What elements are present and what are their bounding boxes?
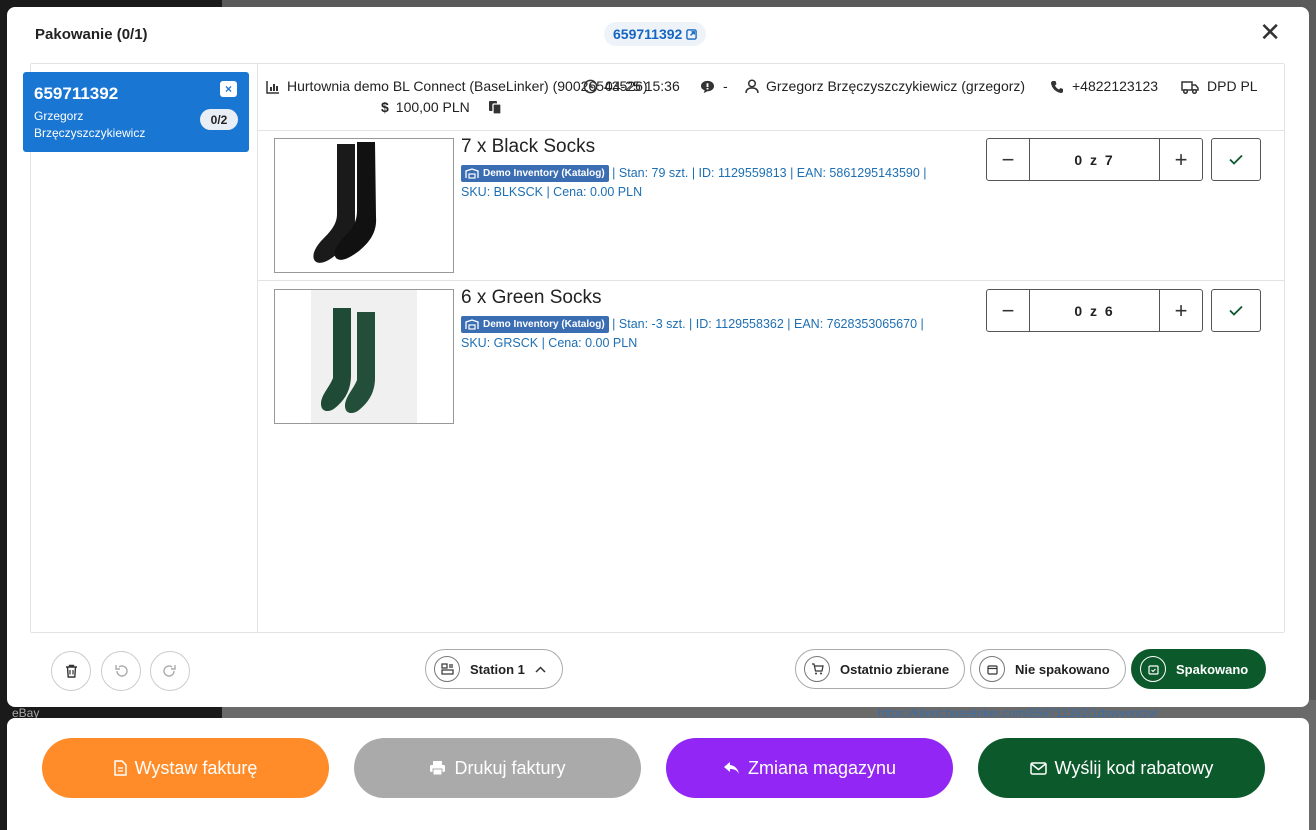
product-meta-line2: SKU: GRSCK | Cena: 0.00 PLN	[461, 336, 638, 350]
quantity-value[interactable]: 0 z 6	[1029, 290, 1160, 331]
copy-icon[interactable]	[488, 100, 503, 115]
inventory-tag-label: Demo Inventory (Katalog)	[483, 168, 605, 180]
product-meta: Demo Inventory (Katalog) | Stan: -3 szt.…	[461, 315, 961, 353]
order-shipping: DPD PL	[1181, 76, 1258, 97]
divider	[258, 280, 1285, 281]
not-packed-label: Nie spakowano	[1015, 661, 1110, 677]
divider	[258, 130, 1285, 131]
redo-icon	[163, 665, 176, 677]
not-packed-button[interactable]: Nie spakowano	[970, 649, 1126, 689]
product-meta-line1: | Stan: 79 szt. | ID: 1129559813 | EAN: …	[608, 166, 927, 180]
increment-button[interactable]: +	[1160, 290, 1202, 331]
order-datetime: 04-25 15:36	[583, 76, 680, 97]
station-selector[interactable]: Station 1	[425, 649, 563, 689]
dollar-icon: $	[381, 99, 389, 115]
reply-arrow-icon	[723, 762, 739, 774]
action-bar: Wystaw fakturę Drukuj faktury Zmiana mag…	[7, 718, 1309, 830]
phone-icon	[1051, 80, 1063, 93]
order-phone-text: +4822123123	[1072, 78, 1159, 94]
user-icon	[745, 79, 759, 94]
print-invoices-label: Drukuj faktury	[454, 757, 566, 778]
recently-picked-label: Ostatnio zbierane	[840, 661, 950, 677]
chevron-up-icon	[535, 665, 546, 673]
cart-icon	[804, 656, 830, 682]
printer-icon	[430, 761, 446, 776]
order-comment-text: -	[723, 78, 728, 94]
decrement-button[interactable]: −	[987, 290, 1029, 331]
external-link-icon	[686, 28, 698, 40]
modal-title: Pakowanie (0/1)	[35, 26, 148, 43]
check-icon	[1229, 305, 1243, 316]
increment-button[interactable]: +	[1160, 139, 1202, 180]
order-datetime-text: 04-25 15:36	[605, 78, 680, 94]
decrement-button[interactable]: −	[987, 139, 1029, 180]
check-icon	[1229, 154, 1243, 165]
order-customer-text: Grzegorz Brzęczyszczykiewicz (grzegorz)	[766, 78, 1026, 94]
order-comment: -	[700, 76, 728, 97]
close-modal-button[interactable]: ✕	[1259, 19, 1281, 45]
confirm-product-button[interactable]	[1211, 289, 1261, 332]
order-progress-badge: 0/2	[200, 109, 238, 130]
order-shipping-text: DPD PL	[1207, 78, 1258, 94]
packing-modal: Pakowanie (0/1) 659711392 ✕ 659711392 Gr…	[7, 7, 1309, 707]
product-meta-line1: | Stan: -3 szt. | ID: 1129558362 | EAN: …	[608, 317, 924, 331]
order-customer: Grzegorz Brzęczyszczykiewicz (grzegorz)	[745, 76, 1025, 97]
change-warehouse-button[interactable]: Zmiana magazynu	[666, 738, 953, 798]
quantity-stepper: − 0 z 6 +	[986, 289, 1203, 332]
product-title: 6 x Green Socks	[461, 287, 602, 308]
print-invoices-button[interactable]: Drukuj faktury	[354, 738, 641, 798]
order-number-label: 659711392	[613, 26, 683, 42]
redo-button[interactable]	[150, 651, 190, 691]
inventory-tag-label: Demo Inventory (Katalog)	[483, 319, 605, 331]
trash-icon	[65, 664, 77, 678]
envelope-icon	[1029, 761, 1047, 775]
remove-order-button[interactable]: ×	[220, 81, 237, 97]
send-discount-code-label: Wyślij kod rabatowy	[1054, 757, 1214, 778]
recently-picked-button[interactable]: Ostatnio zbierane	[795, 649, 965, 689]
station-label: Station 1	[470, 661, 525, 677]
change-warehouse-label: Zmiana magazynu	[747, 757, 897, 778]
order-amount-text: 100,00 PLN	[395, 99, 470, 115]
confirm-product-button[interactable]	[1211, 138, 1261, 181]
packed-label: Spakowano	[1176, 661, 1249, 677]
undo-button[interactable]	[101, 651, 141, 691]
product-meta-line2: SKU: BLKSCK | Cena: 0.00 PLN	[461, 185, 643, 199]
order-number-link[interactable]: 659711392	[604, 22, 707, 46]
orders-panel: 659711392 Grzegorz Brzęczyszczykiewicz ×…	[23, 64, 258, 632]
product-meta: Demo Inventory (Katalog) | Stan: 79 szt.…	[461, 164, 961, 202]
order-card[interactable]: 659711392 Grzegorz Brzęczyszczykiewicz ×…	[23, 72, 249, 152]
order-phone: +4822123123	[1050, 76, 1158, 97]
inventory-tag: Demo Inventory (Katalog)	[461, 316, 609, 334]
truck-icon	[1181, 80, 1199, 94]
product-row: 7 x Black Socks Demo Inventory (Katalog)…	[274, 136, 1274, 278]
chart-icon	[266, 80, 279, 94]
order-card-customer: Grzegorz Brzęczyszczykiewicz	[34, 109, 146, 140]
quantity-stepper: − 0 z 7 +	[986, 138, 1203, 181]
issue-invoice-button[interactable]: Wystaw fakturę	[42, 738, 329, 798]
order-amount: $ 100,00 PLN	[381, 97, 503, 118]
send-discount-code-button[interactable]: Wyślij kod rabatowy	[978, 738, 1265, 798]
order-card-number: 659711392	[34, 84, 119, 103]
station-icon	[434, 656, 460, 682]
document-icon	[113, 760, 127, 776]
product-title: 7 x Black Socks	[461, 136, 596, 157]
box-icon	[979, 656, 1005, 682]
warehouse-icon	[465, 319, 479, 330]
delete-button[interactable]	[51, 651, 91, 691]
comment-icon	[700, 80, 715, 93]
product-image-black-socks	[274, 138, 454, 273]
inventory-tag: Demo Inventory (Katalog)	[461, 165, 609, 183]
packed-button[interactable]: Spakowano	[1131, 649, 1266, 689]
issue-invoice-label: Wystaw fakturę	[134, 757, 258, 778]
packing-content: 659711392 Grzegorz Brzęczyszczykiewicz ×…	[23, 63, 1285, 633]
product-image-green-socks	[274, 289, 454, 424]
warehouse-icon	[465, 168, 479, 179]
clock-icon	[583, 79, 598, 94]
quantity-value[interactable]: 0 z 7	[1029, 139, 1160, 180]
undo-icon	[115, 665, 128, 677]
product-row: 6 x Green Socks Demo Inventory (Katalog)…	[274, 287, 1274, 429]
packed-box-icon	[1140, 656, 1166, 682]
